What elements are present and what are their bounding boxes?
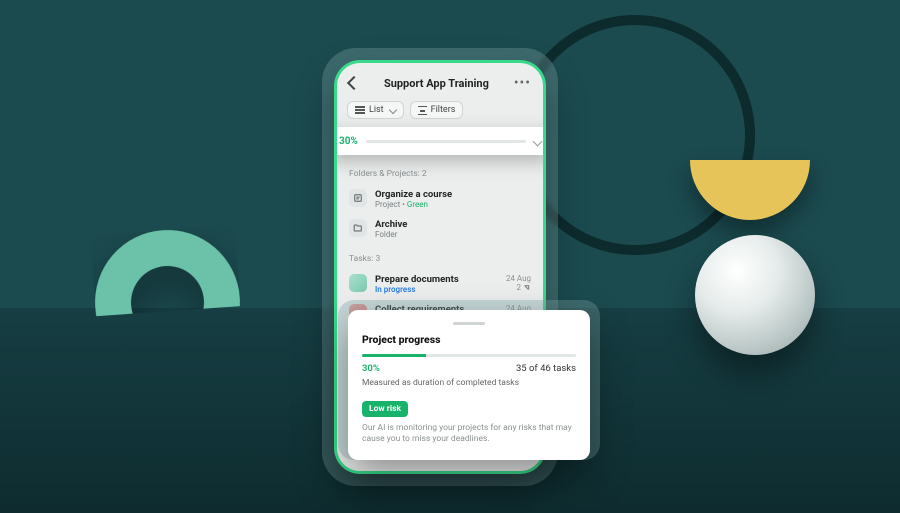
- progress-percent: 30%: [339, 136, 358, 147]
- task-date: 24 Aug: [506, 274, 531, 283]
- subtask-icon: [523, 284, 531, 292]
- list-view-chip[interactable]: List: [347, 101, 404, 119]
- project-icon: [349, 189, 367, 207]
- progress-summary-row[interactable]: 30%: [337, 127, 543, 155]
- list-icon: [355, 106, 365, 114]
- chevron-down-icon: [533, 136, 543, 146]
- tasks-section-label: Tasks: 3: [337, 244, 543, 269]
- filters-chip[interactable]: Filters: [410, 101, 464, 119]
- drag-handle[interactable]: [453, 322, 485, 325]
- project-progress-card: Project progress 30% 35 of 46 tasks Meas…: [348, 310, 590, 460]
- view-controls: List Filters: [337, 95, 543, 127]
- list-chip-label: List: [369, 105, 384, 115]
- folder-subtitle: Project • Green: [375, 200, 452, 209]
- risk-badge: Low risk: [362, 401, 408, 417]
- popup-title: Project progress: [362, 333, 576, 346]
- task-title: Prepare documents: [375, 274, 498, 285]
- folder-item[interactable]: Organize a course Project • Green: [337, 184, 543, 214]
- folder-subtitle: Folder: [375, 230, 407, 239]
- popup-percent: 30%: [362, 363, 380, 374]
- popup-progress-bar: [362, 354, 576, 357]
- back-icon[interactable]: [347, 76, 361, 90]
- filters-chip-label: Filters: [431, 105, 456, 115]
- popup-measure-label: Measured as duration of completed tasks: [362, 378, 576, 388]
- task-item[interactable]: Prepare documents In progress 24 Aug 2: [337, 269, 543, 299]
- stage-background: Support App Training ••• List Filters 30…: [0, 0, 900, 513]
- screen-header: Support App Training •••: [337, 63, 543, 95]
- folder-item[interactable]: Archive Folder: [337, 214, 543, 244]
- folder-title: Organize a course: [375, 189, 452, 200]
- page-title: Support App Training: [384, 77, 489, 90]
- decor-sphere: [695, 235, 815, 355]
- task-subtask-count: 2: [506, 283, 531, 292]
- task-status: In progress: [375, 285, 498, 294]
- more-icon[interactable]: •••: [514, 75, 531, 91]
- chevron-down-icon: [388, 106, 396, 114]
- popup-task-count: 35 of 46 tasks: [516, 363, 576, 374]
- folder-icon: [349, 219, 367, 237]
- folder-title: Archive: [375, 219, 407, 230]
- avatar: [349, 274, 367, 292]
- progress-bar: [366, 140, 526, 143]
- popup-progress-fill: [362, 354, 426, 357]
- popup-ai-text: Our AI is monitoring your projects for a…: [362, 423, 576, 446]
- filter-icon: [418, 106, 427, 115]
